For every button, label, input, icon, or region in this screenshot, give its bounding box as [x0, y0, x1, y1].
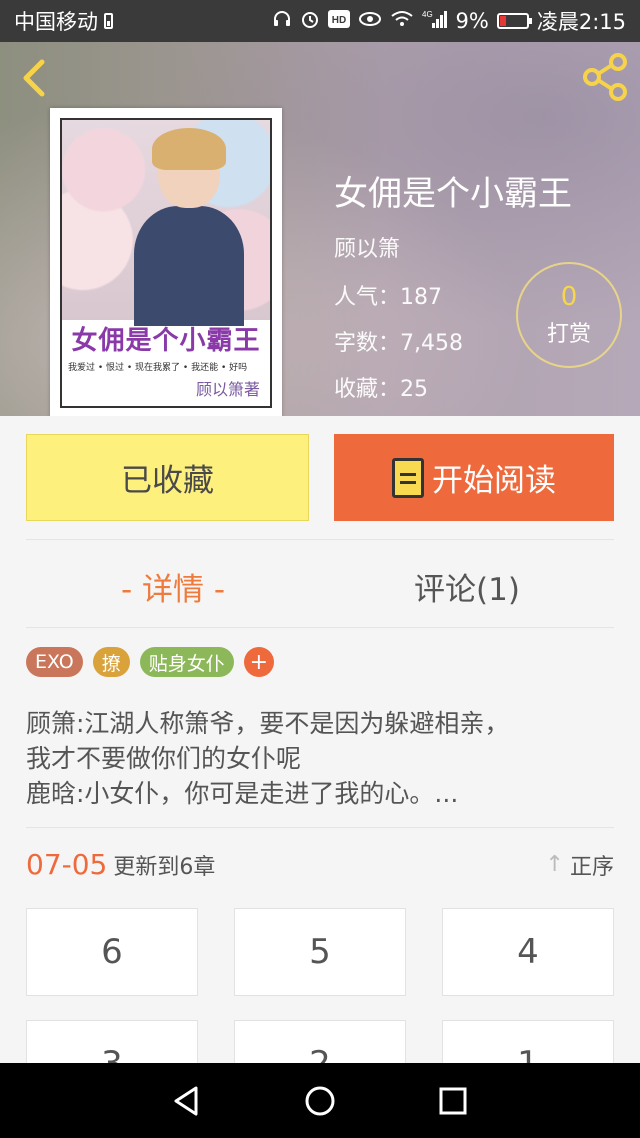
update-text: 更新到6章	[113, 854, 216, 880]
hd-icon: HD	[327, 10, 350, 32]
divider	[26, 627, 614, 628]
cover-author: 顾以箫著	[195, 380, 260, 399]
status-bar: 中国移动 HD 4G 9% 凌晨2:15	[0, 0, 640, 42]
tab-details[interactable]: - 详情 -	[26, 544, 320, 628]
start-reading-button[interactable]: 开始阅读	[334, 434, 614, 521]
alarm-icon	[300, 9, 320, 33]
sort-toggle[interactable]: ↑ 正序	[546, 849, 614, 881]
battery-icon	[496, 13, 532, 29]
detail-tabs: - 详情 - 评论(1)	[26, 544, 614, 628]
sim-battery-icon	[104, 13, 113, 29]
carrier-label: 中国移动	[14, 10, 98, 34]
action-buttons: 已收藏 开始阅读	[26, 434, 614, 521]
tag-exo[interactable]: EXO	[26, 647, 83, 677]
clock: 凌晨2:15	[536, 10, 626, 34]
book-title: 女佣是个小霸王	[334, 174, 572, 214]
back-button[interactable]	[14, 54, 54, 102]
system-nav-bar	[0, 1063, 640, 1138]
sort-label: 正序	[569, 854, 614, 880]
description-line: 鹿晗:小女仆，你可是走进了我的心。...	[26, 779, 459, 808]
share-icon	[583, 53, 627, 101]
chevron-left-icon	[23, 59, 45, 97]
tag-list: EXO 撩 贴身女仆 +	[26, 647, 274, 677]
circle-home-icon	[305, 1086, 335, 1115]
tag-flirt[interactable]: 撩	[92, 647, 130, 677]
chapter-item[interactable]: 4	[442, 908, 614, 996]
cover-frame: 女佣是个小霸王 我爱过 • 恨过 • 现在我累了 • 我还能 • 好吗 顾以箫著	[60, 118, 272, 408]
divider	[26, 539, 614, 540]
network-type: 4G	[422, 10, 433, 19]
nav-back-button[interactable]	[162, 1076, 212, 1126]
nav-recents-button[interactable]	[428, 1076, 478, 1126]
wifi-icon	[390, 10, 414, 32]
description-line: 顾箫:江湖人称箫爷，要不是因为躲避相亲，	[26, 709, 510, 738]
book-header: 女佣是个小霸王 我爱过 • 恨过 • 现在我累了 • 我还能 • 好吗 顾以箫著…	[0, 42, 640, 416]
add-tag-button[interactable]: +	[243, 647, 274, 677]
headphones-icon	[272, 9, 292, 33]
start-reading-label: 开始阅读	[432, 463, 556, 499]
book-cover[interactable]: 女佣是个小霸王 我爱过 • 恨过 • 现在我累了 • 我还能 • 好吗 顾以箫著	[50, 108, 282, 416]
signal-icon: 4G	[422, 9, 448, 33]
triangle-back-icon	[174, 1086, 198, 1115]
eye-icon	[358, 10, 382, 32]
book-author[interactable]: 顾以箫	[334, 231, 572, 263]
cover-subtitle: 我爱过 • 恨过 • 现在我累了 • 我还能 • 好吗	[68, 363, 248, 373]
divider	[26, 827, 614, 828]
svg-text:HD: HD	[331, 15, 345, 26]
reward-count: 0	[560, 282, 578, 312]
chapter-item[interactable]: 6	[26, 908, 198, 996]
book-description[interactable]: 顾箫:江湖人称箫爷，要不是因为躲避相亲， 我才不要做你们的女仆呢 鹿晗:小女仆，…	[26, 706, 614, 811]
reward-button[interactable]: 0 打赏	[516, 262, 622, 368]
update-row: 07-05 更新到6章 ↑ 正序	[26, 848, 614, 881]
tag-personal-maid[interactable]: 贴身女仆	[139, 647, 234, 677]
battery-percent: 9%	[455, 9, 489, 33]
cover-photo	[62, 120, 270, 326]
tab-comments[interactable]: 评论(1)	[320, 544, 614, 628]
description-line: 我才不要做你们的女仆呢	[26, 744, 302, 773]
favorites-stat: 收藏：25	[334, 377, 428, 402]
arrow-up-icon: ↑	[545, 852, 564, 877]
nav-home-button[interactable]	[295, 1076, 345, 1126]
cover-person-image	[134, 128, 244, 326]
book-icon	[392, 457, 424, 498]
reward-label: 打赏	[546, 322, 591, 347]
share-button[interactable]	[580, 52, 630, 102]
cover-title: 女佣是个小霸王	[71, 326, 261, 356]
collected-label: 已收藏	[121, 463, 214, 499]
chapter-item[interactable]: 5	[234, 908, 406, 996]
update-date: 07-05	[26, 848, 108, 881]
collected-button[interactable]: 已收藏	[26, 434, 309, 521]
square-recents-icon	[439, 1087, 467, 1114]
